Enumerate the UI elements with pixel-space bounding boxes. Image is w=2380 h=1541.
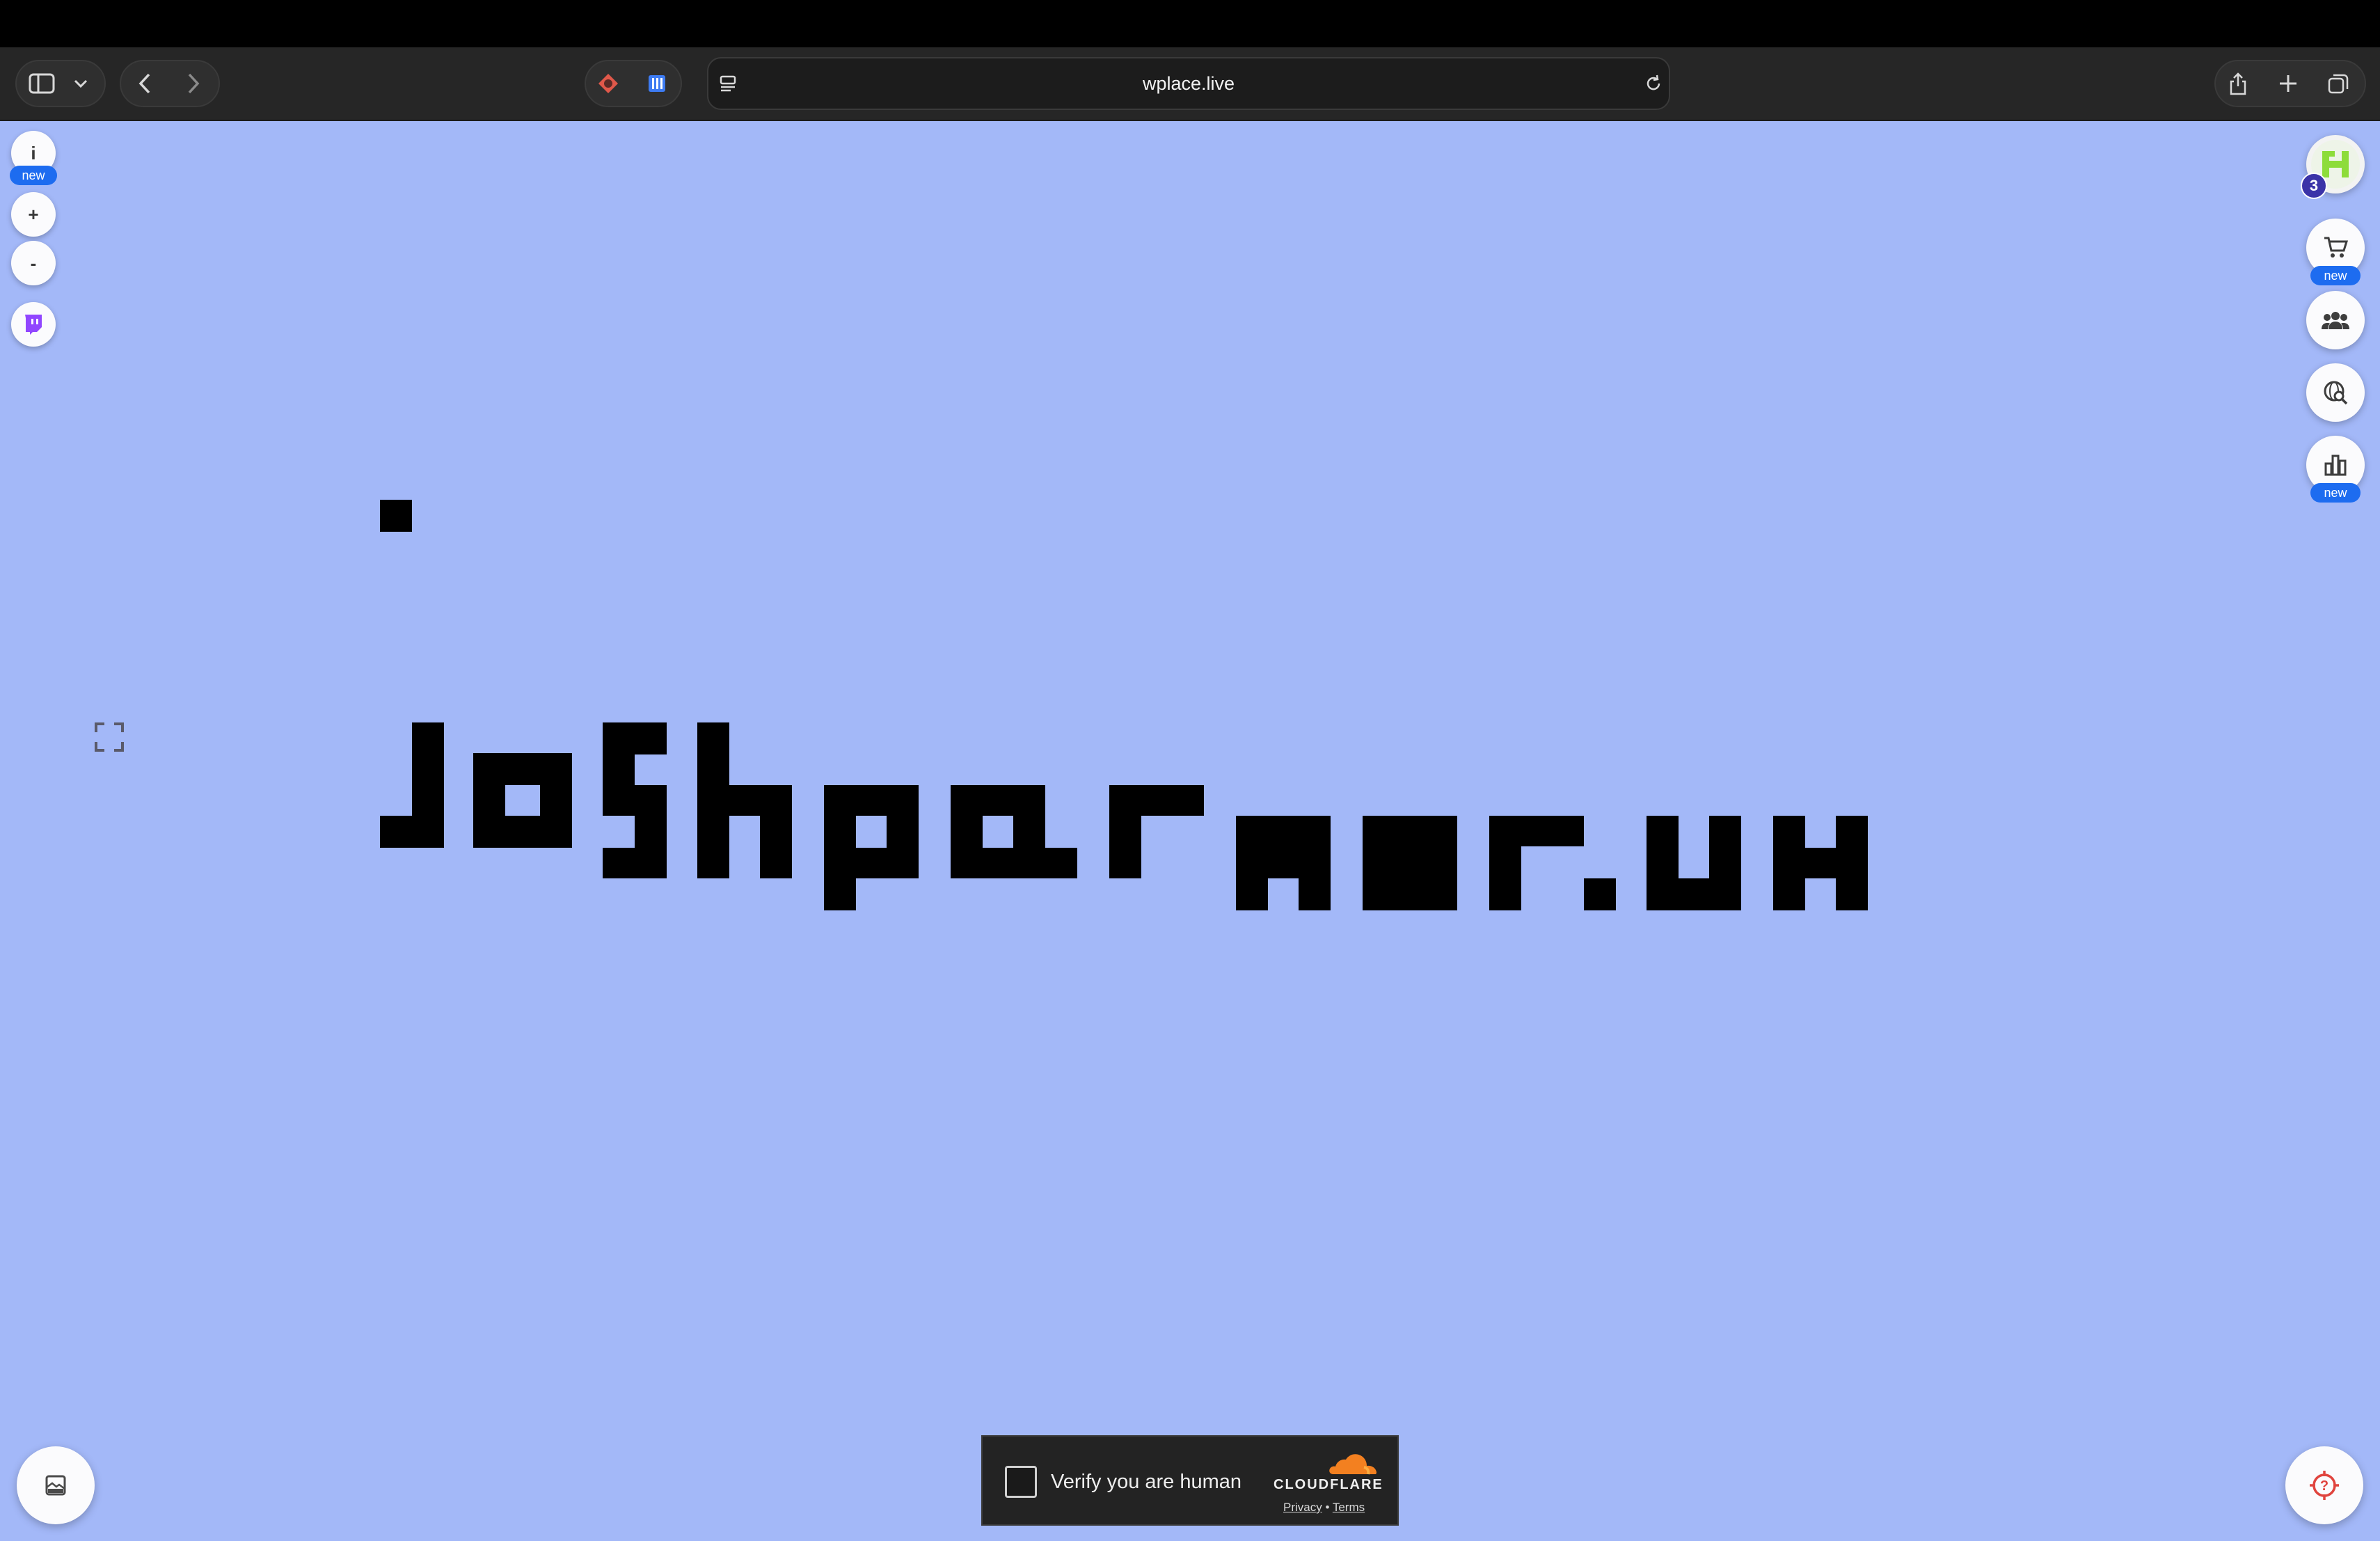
locate-button[interactable]: ?	[2285, 1446, 2363, 1524]
layers-icon	[45, 1475, 66, 1496]
pixel-letter-r	[1109, 785, 1204, 878]
pixel-letter-u	[1647, 816, 1741, 910]
pixel-letter-s	[603, 722, 667, 878]
browser-toolbar: wplace.live	[0, 47, 2380, 121]
fullscreen-icon[interactable]	[93, 721, 125, 753]
globe-search-icon	[2324, 381, 2348, 405]
layers-button[interactable]	[17, 1446, 95, 1524]
cloudflare-logo: CLOUDFLARE	[1274, 1477, 1383, 1492]
privacy-link[interactable]: Privacy	[1283, 1501, 1322, 1514]
pixel-letter-k2	[1773, 816, 1868, 910]
alliance-button[interactable]	[2306, 291, 2365, 349]
new-tab-icon[interactable]	[2267, 63, 2309, 104]
tab-overview-icon[interactable]	[2317, 63, 2359, 104]
captcha-links: Privacy • Terms	[1283, 1501, 1365, 1515]
zoom-out-label: -	[30, 252, 37, 274]
sidebar-icon[interactable]	[21, 63, 63, 104]
terms-link[interactable]: Terms	[1333, 1501, 1365, 1514]
pixel-dot	[380, 500, 412, 532]
verify-checkbox[interactable]	[1005, 1466, 1037, 1498]
zoom-in-button[interactable]: +	[11, 192, 56, 237]
links-separator: •	[1325, 1501, 1330, 1514]
reader-icon[interactable]	[707, 63, 749, 104]
info-new-badge: new	[10, 166, 57, 185]
window-top-strip	[0, 0, 2380, 47]
zoom-in-label: +	[28, 203, 39, 225]
twitch-button[interactable]	[11, 302, 56, 347]
cloudflare-cloud-icon	[1329, 1454, 1377, 1475]
twitch-icon	[25, 315, 42, 335]
reload-icon[interactable]	[1633, 63, 1674, 104]
cart-icon	[2324, 237, 2348, 258]
search-location-button[interactable]	[2306, 363, 2365, 422]
extension-icon[interactable]	[587, 63, 629, 104]
forward-button[interactable]	[173, 63, 214, 104]
share-icon[interactable]	[2217, 63, 2259, 104]
group-icon	[2322, 312, 2349, 329]
info-label: i	[31, 142, 36, 164]
address-bar[interactable]: wplace.live	[707, 57, 1670, 110]
crosshair-icon: ?	[2310, 1471, 2339, 1500]
store-new-badge: new	[2310, 266, 2361, 285]
extension-blue-icon[interactable]	[636, 63, 678, 104]
pixel-letter-h	[697, 722, 792, 878]
captcha-widget: Verify you are human CLOUDFLARE Privacy …	[981, 1435, 1399, 1526]
pixel-letter-r2	[1489, 816, 1584, 878]
svg-text:?: ?	[2320, 1478, 2329, 1494]
leaderboard-icon	[2324, 455, 2347, 476]
url-text: wplace.live	[1142, 72, 1235, 94]
chevron-down-icon[interactable]	[60, 63, 102, 104]
profile-count-badge: 3	[2301, 173, 2327, 199]
pixel-artwork	[380, 500, 1868, 910]
leaderboard-new-badge: new	[2310, 483, 2361, 503]
pixel-period	[1584, 878, 1616, 910]
verify-label: Verify you are human	[1051, 1471, 1242, 1493]
back-button[interactable]	[124, 63, 166, 104]
pixel-letter-p	[824, 785, 919, 910]
pixel-letter-a	[951, 785, 1077, 878]
pixel-canvas[interactable]	[0, 120, 2380, 1541]
pixel-letter-j	[380, 722, 444, 848]
pixel-letter-o	[473, 753, 572, 848]
zoom-out-button[interactable]: -	[11, 241, 56, 285]
